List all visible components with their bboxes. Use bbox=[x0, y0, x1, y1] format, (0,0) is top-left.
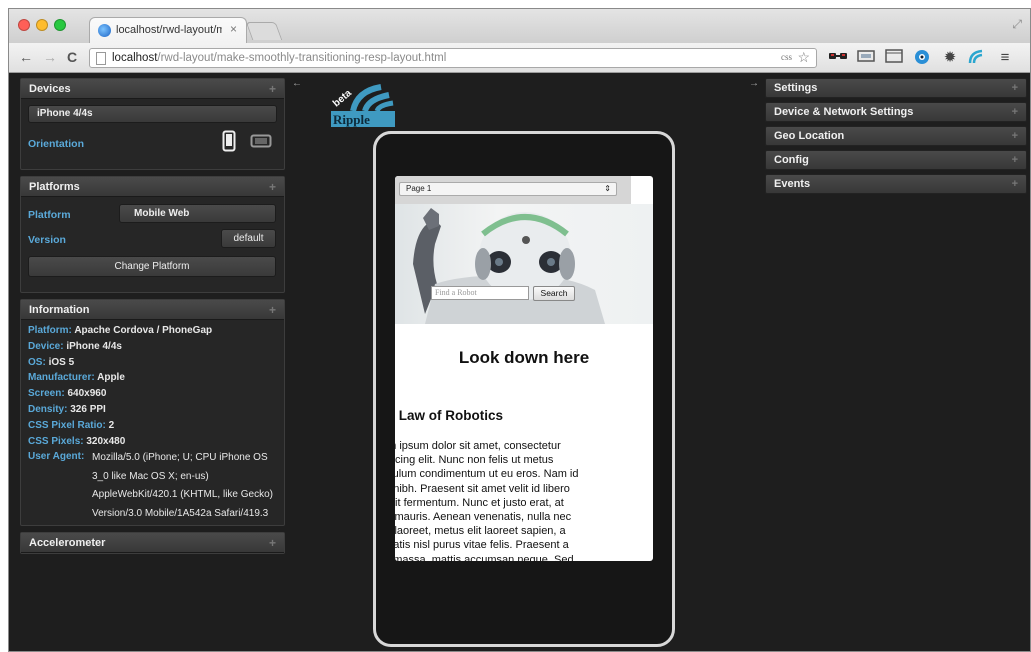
version-label: Version bbox=[28, 234, 66, 246]
right-panel-column: Settings + Device & Network Settings + Geo… bbox=[765, 78, 1027, 198]
information-panel-title: Information bbox=[29, 304, 90, 316]
info-row-device: Device: iPhone 4/4s bbox=[28, 340, 122, 352]
portrait-orientation-icon[interactable] bbox=[222, 130, 236, 157]
tab-current[interactable]: localhost/rwd-layout/make- × bbox=[89, 17, 247, 43]
platform-select-value: Mobile Web bbox=[134, 208, 190, 219]
robot-search-input[interactable]: Find a Robot bbox=[431, 286, 529, 300]
frame-extension-icon[interactable] bbox=[883, 49, 905, 67]
expand-icon: + bbox=[1011, 106, 1018, 118]
landscape-orientation-icon[interactable] bbox=[250, 134, 272, 153]
expand-icon: + bbox=[268, 536, 276, 550]
page-select[interactable]: Page 1 ⇕ bbox=[399, 182, 617, 196]
eye-extension-icon[interactable] bbox=[911, 49, 933, 67]
page-select-value: Page 1 bbox=[406, 184, 432, 193]
version-select[interactable]: default bbox=[221, 229, 276, 248]
events-panel-header[interactable]: Events + bbox=[765, 174, 1027, 194]
zoom-window-button[interactable] bbox=[54, 19, 66, 31]
forward-button[interactable]: → bbox=[43, 48, 57, 66]
info-row-user-agent: User Agent: Mozilla/5.0 (iPhone; U; CPU … bbox=[28, 451, 274, 519]
info-row-screen: Screen: 640x960 bbox=[28, 388, 107, 400]
expand-icon: + bbox=[268, 82, 276, 96]
gear-icon[interactable]: ✹ bbox=[939, 49, 961, 67]
geo-location-panel-title: Geo Location bbox=[774, 130, 845, 142]
url-path: /rwd-layout/make-smoothly-transitioning-… bbox=[157, 52, 447, 64]
reload-button[interactable]: C bbox=[67, 48, 77, 66]
orientation-label: Orientation bbox=[28, 138, 85, 150]
address-bar[interactable]: localhost/rwd-layout/make-smoothly-trans… bbox=[89, 48, 817, 68]
info-row-css-pixel-ratio: CSS Pixel Ratio: 2 bbox=[28, 419, 115, 431]
expand-icon: + bbox=[268, 180, 276, 194]
collapse-left-icon[interactable]: ← bbox=[292, 78, 302, 89]
left-panel-column: Devices + iPhone 4/4s Orientation Platfor… bbox=[20, 78, 285, 560]
tab-strip: localhost/rwd-layout/make- × ⤢ bbox=[9, 9, 1030, 43]
info-row-platform: Platform: Apache Cordova / PhoneGap bbox=[28, 325, 213, 336]
platforms-panel-title: Platforms bbox=[29, 181, 80, 193]
device-network-settings-panel-title: Device & Network Settings bbox=[774, 106, 914, 118]
ripple-extension-icon[interactable] bbox=[965, 49, 987, 67]
browser-toolbar: ← → C localhost/rwd-layout/make-smoothly… bbox=[9, 43, 1030, 73]
platform-label: Platform bbox=[28, 209, 71, 221]
info-row-os: OS: iOS 5 bbox=[28, 356, 75, 368]
device-network-settings-panel-header[interactable]: Device & Network Settings + bbox=[765, 102, 1027, 122]
accelerometer-panel-title: Accelerometer bbox=[29, 537, 106, 549]
page-icon bbox=[96, 52, 106, 65]
devices-panel: Devices + iPhone 4/4s Orientation bbox=[20, 78, 285, 170]
expand-icon: + bbox=[1011, 154, 1018, 166]
settings-panel-header[interactable]: Settings + bbox=[765, 78, 1027, 98]
ripple-logo-text: Ripple bbox=[333, 112, 370, 127]
robot-hero-image: Find a Robot Search bbox=[395, 204, 653, 324]
section-heading: st Law of Robotics bbox=[395, 408, 504, 423]
screen-extension-icon[interactable] bbox=[855, 49, 877, 67]
robot-search-button[interactable]: Search bbox=[533, 286, 575, 301]
platform-select[interactable]: Mobile Web bbox=[119, 204, 276, 223]
geo-location-panel-header[interactable]: Geo Location + bbox=[765, 126, 1027, 146]
info-row-css-pixels: CSS Pixels: 320x480 bbox=[28, 435, 126, 447]
ripple-logo: beta Ripple bbox=[331, 81, 395, 137]
device-screen[interactable]: Page 1 ⇕ Find a Robot Search Look down h… bbox=[395, 176, 653, 561]
info-row-density: Density: 326 PPI bbox=[28, 403, 106, 415]
select-arrows-icon: ⇕ bbox=[604, 184, 611, 193]
accelerometer-panel-header[interactable]: Accelerometer + bbox=[21, 533, 284, 553]
fullscreen-icon[interactable]: ⤢ bbox=[1012, 17, 1022, 32]
close-window-button[interactable] bbox=[18, 19, 30, 31]
events-panel-title: Events bbox=[774, 178, 811, 190]
bookmark-star-icon[interactable]: ☆ bbox=[797, 49, 810, 66]
collapse-right-icon[interactable]: → bbox=[749, 78, 759, 89]
info-row-manufacturer: Manufacturer: Apple bbox=[28, 372, 125, 384]
change-platform-button[interactable]: Change Platform bbox=[28, 256, 276, 277]
favicon-icon bbox=[98, 24, 111, 37]
page-heading: Look down here bbox=[458, 348, 590, 367]
tab-close-icon[interactable]: × bbox=[230, 22, 237, 36]
expand-icon: + bbox=[1011, 82, 1018, 94]
information-panel: Information + Platform: Apache Cordova / … bbox=[20, 299, 285, 526]
menu-icon[interactable]: ≡ bbox=[994, 49, 1016, 67]
expand-icon: + bbox=[1011, 130, 1018, 142]
device-select-value: iPhone 4/4s bbox=[37, 108, 93, 119]
config-panel-title: Config bbox=[774, 154, 809, 166]
css-badge-icon[interactable]: css bbox=[781, 52, 792, 62]
settings-panel-title: Settings bbox=[774, 82, 818, 94]
device-select[interactable]: iPhone 4/4s bbox=[28, 105, 277, 123]
url-text: localhost/rwd-layout/make-smoothly-trans… bbox=[112, 52, 446, 64]
devices-panel-title: Devices bbox=[29, 83, 71, 95]
platforms-panel: Platforms + Platform Mobile Web Version d… bbox=[20, 176, 285, 293]
config-panel-header[interactable]: Config + bbox=[765, 150, 1027, 170]
glasses-extension-icon[interactable] bbox=[827, 49, 849, 67]
platforms-panel-header[interactable]: Platforms + bbox=[21, 177, 284, 197]
body-paragraph: em ipsum dolor sit amet, consectetur pis… bbox=[395, 440, 579, 561]
devices-panel-header[interactable]: Devices + bbox=[21, 79, 284, 99]
expand-icon: + bbox=[268, 303, 276, 317]
accelerometer-panel: Accelerometer + bbox=[20, 532, 285, 554]
expand-icon: + bbox=[1011, 178, 1018, 190]
tab-title: localhost/rwd-layout/make- bbox=[116, 24, 222, 36]
new-tab-button[interactable] bbox=[245, 22, 283, 40]
browser-window: localhost/rwd-layout/make- × ⤢ ← → C loc… bbox=[8, 8, 1031, 652]
information-panel-header[interactable]: Information + bbox=[21, 300, 284, 320]
version-select-value: default bbox=[233, 233, 264, 244]
back-button[interactable]: ← bbox=[19, 48, 33, 66]
url-host: localhost bbox=[112, 52, 158, 64]
minimize-window-button[interactable] bbox=[36, 19, 48, 31]
information-list: Platform: Apache Cordova / PhoneGap Devi… bbox=[21, 320, 284, 536]
